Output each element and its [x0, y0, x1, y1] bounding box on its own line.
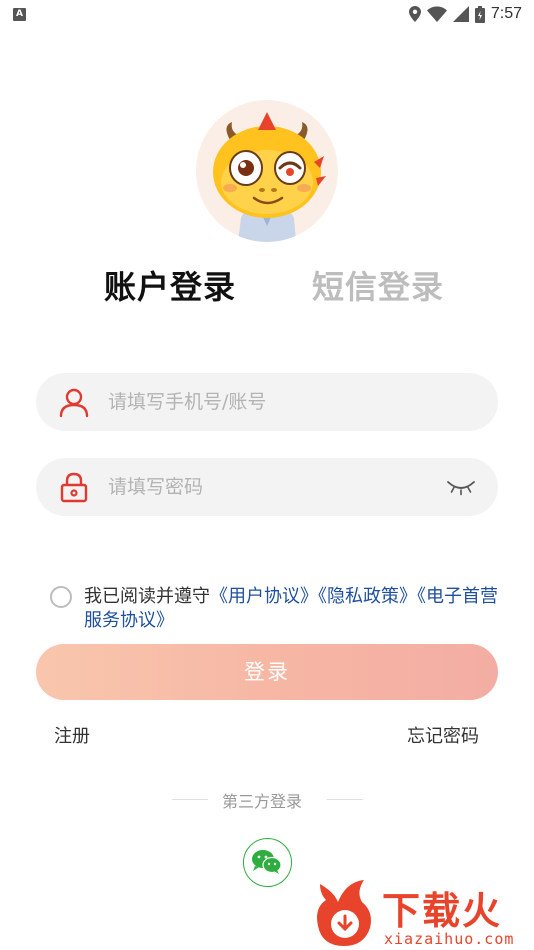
- location-icon: [408, 6, 421, 22]
- notification-icon: A: [13, 8, 26, 21]
- status-icons: 7:57: [408, 4, 522, 24]
- eye-closed-icon[interactable]: [446, 478, 476, 496]
- agreement-text: 我已阅读并遵守《用户协议》《隐私政策》《电子首营服务协议》: [84, 585, 504, 633]
- password-input[interactable]: [108, 458, 428, 516]
- divider-left: [172, 799, 208, 800]
- wechat-login-button[interactable]: [243, 838, 292, 887]
- tab-account-login[interactable]: 账户登录: [104, 262, 236, 308]
- signal-icon: [452, 6, 469, 22]
- divider-right: [327, 799, 363, 800]
- user-icon: [59, 388, 89, 418]
- flame-logo-icon: [317, 880, 371, 946]
- agreement-prefix: 我已阅读并遵守: [84, 586, 210, 607]
- watermark-url: xiazaihuo.com: [384, 930, 515, 948]
- forgot-password-link[interactable]: 忘记密码: [407, 722, 479, 748]
- battery-icon: [474, 5, 485, 23]
- lock-icon: [60, 472, 88, 503]
- password-field: [36, 458, 498, 516]
- watermark-title: 下载火: [382, 889, 503, 933]
- watermark: 下载火 xiazaihuo.com: [312, 878, 534, 950]
- mascot-avatar: [196, 100, 338, 242]
- status-bar: A 7:57: [0, 0, 534, 30]
- register-link[interactable]: 注册: [54, 722, 90, 748]
- user-agreement-link[interactable]: 《用户协议》: [210, 586, 318, 607]
- login-button[interactable]: 登录: [36, 644, 498, 700]
- phone-field: [36, 373, 498, 431]
- status-time: 7:57: [490, 5, 522, 22]
- privacy-policy-link[interactable]: 《隐私政策》: [318, 586, 417, 607]
- wechat-icon: [252, 850, 282, 874]
- tab-sms-login[interactable]: 短信登录: [312, 262, 444, 308]
- wifi-icon: [426, 6, 447, 22]
- third-party-label: 第三方登录: [222, 792, 303, 811]
- phone-input[interactable]: [108, 373, 428, 431]
- agreement-checkbox[interactable]: [50, 586, 72, 608]
